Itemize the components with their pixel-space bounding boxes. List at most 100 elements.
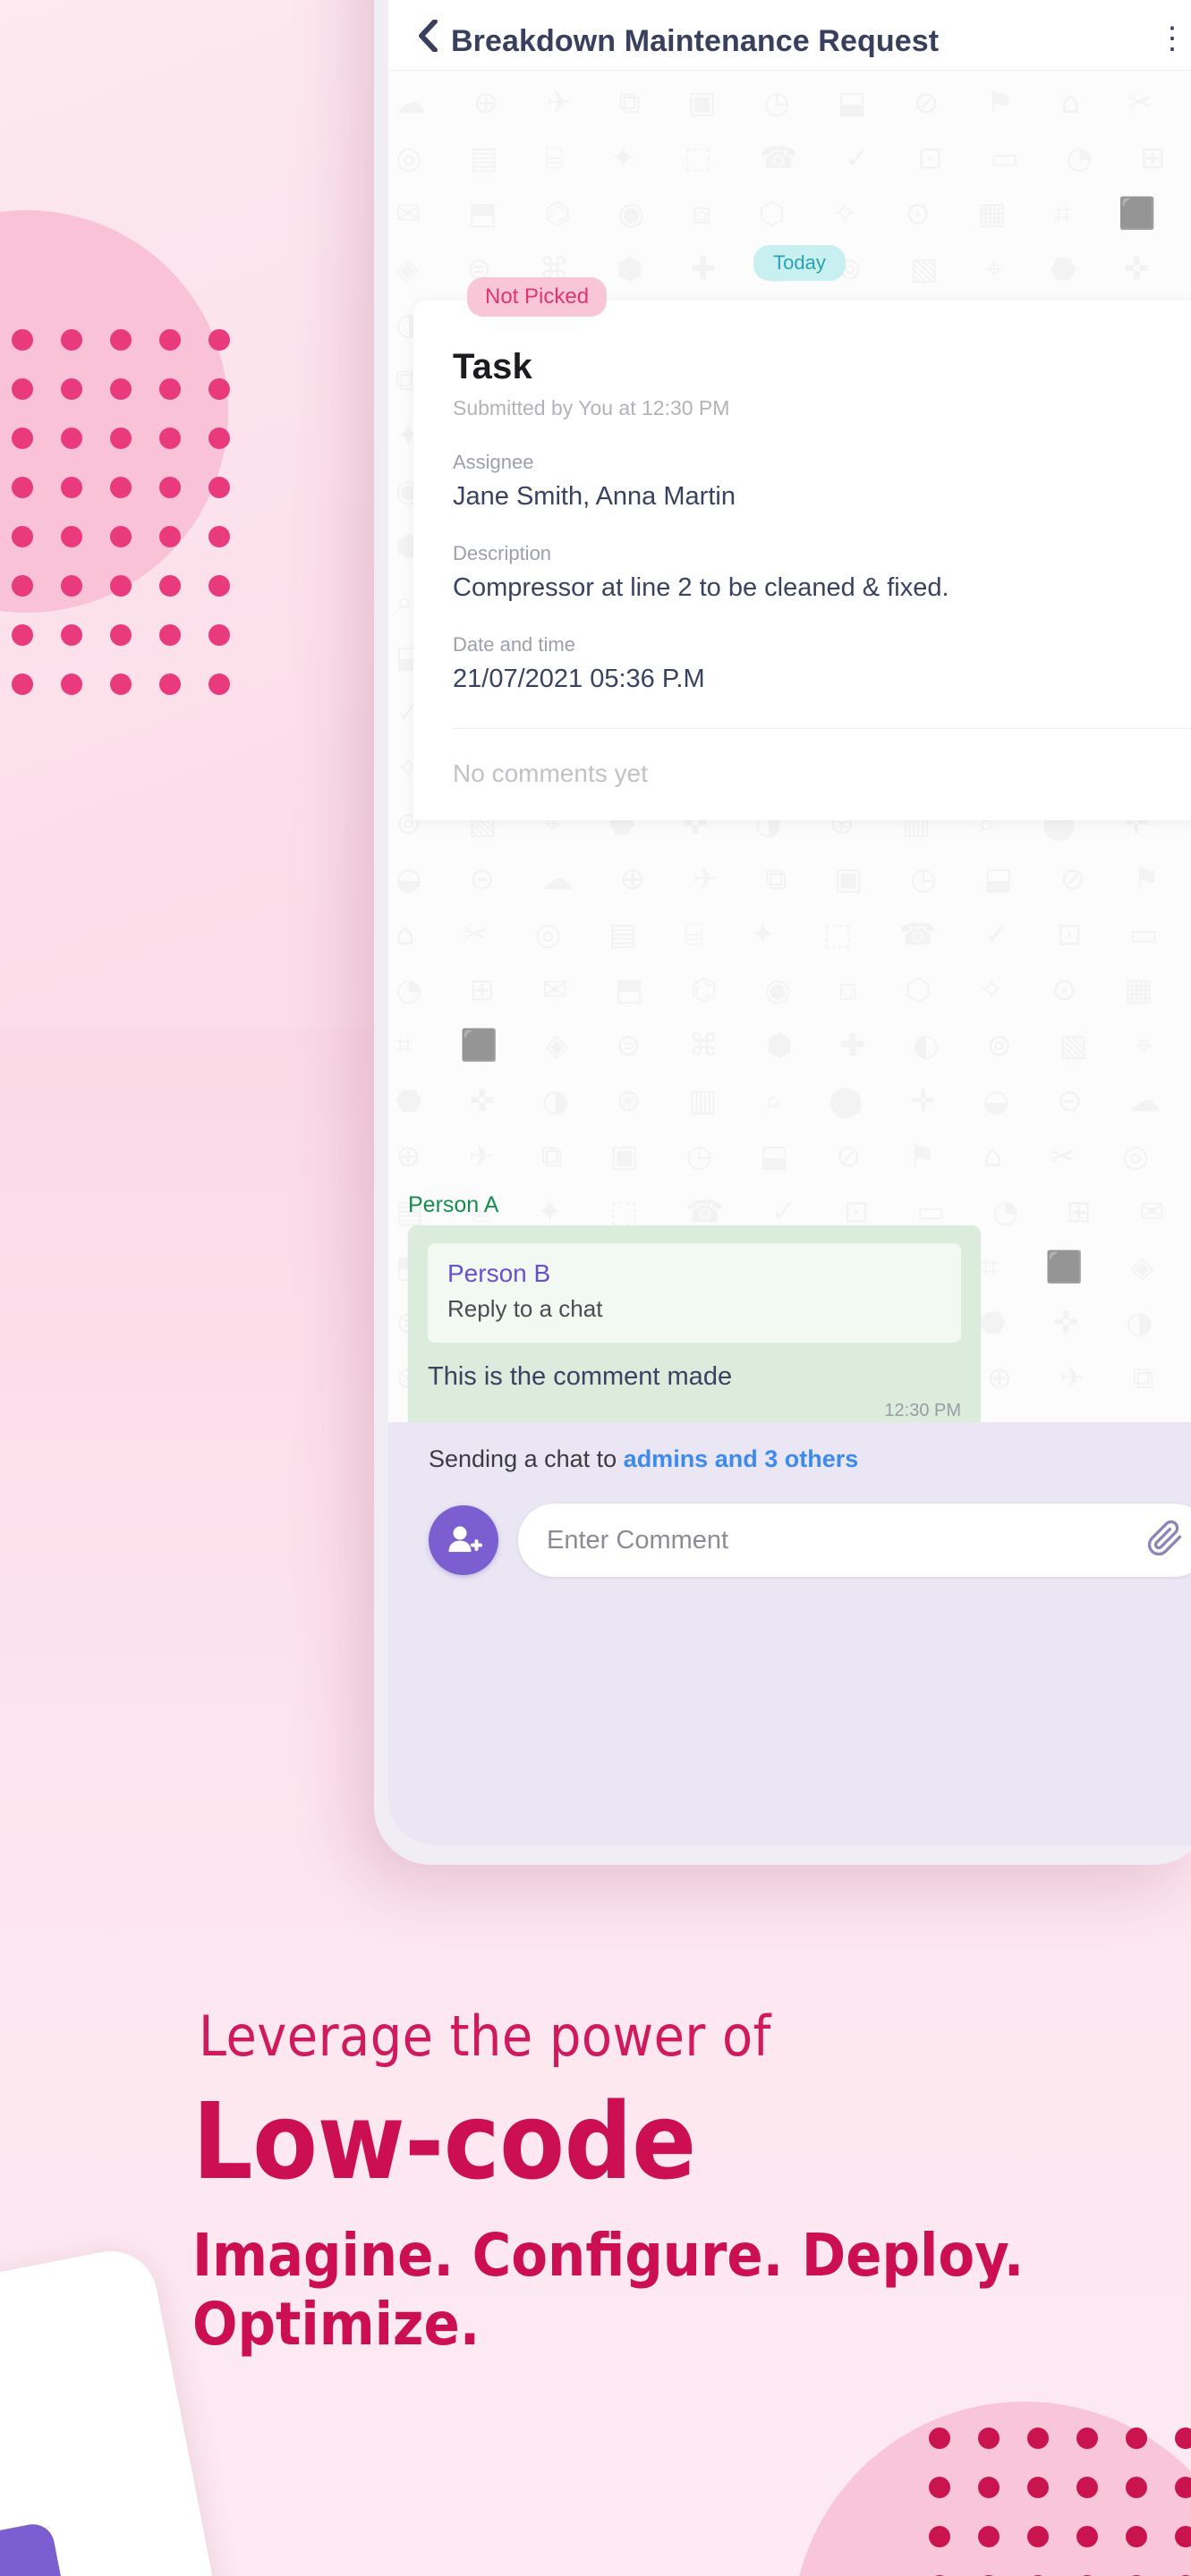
sending-to-label: Sending a chat to admins and 3 others (388, 1445, 1191, 1473)
decorative-dot (60, 574, 82, 597)
decorative-dot (158, 328, 181, 351)
decorative-dot (928, 2427, 950, 2449)
decorative-dot (1174, 2427, 1191, 2449)
decorative-dot (158, 673, 181, 695)
task-card-body: Task Submitted by You at 12:30 PM Assign… (413, 301, 1191, 729)
decorative-dot (109, 673, 132, 695)
decorative-dot (158, 574, 181, 597)
marketing-copy: Leverage the power of Low-code Imagine. … (0, 2004, 1191, 2359)
page-title: Breakdown Maintenance Request (451, 24, 940, 58)
no-comments-text: No comments yet (453, 759, 648, 787)
back-button[interactable] (410, 16, 446, 55)
decorative-dot (977, 2525, 1000, 2547)
message-list: Person A Person B Reply to a chat This i… (388, 1192, 1191, 1422)
add-person-icon (448, 1526, 482, 1552)
decorative-dot (60, 623, 82, 646)
decorative-dot (208, 427, 230, 449)
incoming-message-time: 12:30 PM (884, 1401, 961, 1420)
decorative-dot (109, 525, 132, 547)
marketing-subhead: Imagine. Configure. Deploy. Optimize. (192, 2221, 1025, 2359)
field-label: Date and time (453, 633, 575, 656)
incoming-message-text: This is the comment made (428, 1362, 733, 1391)
decorative-dot (60, 525, 82, 547)
quoted-reply-author: Person B (447, 1259, 551, 1287)
phone-mockup: Breakdown Maintenance Request ⋮ ☁ ⊕ ✈ ⧉ … (374, 0, 1191, 1865)
app-header: Breakdown Maintenance Request ⋮ (388, 0, 1191, 70)
decorative-dot (109, 427, 132, 449)
decorative-dot (1076, 2427, 1098, 2449)
marketing-kicker: Leverage the power of (199, 2004, 771, 2069)
sending-to-prefix: Sending a chat to (429, 1445, 624, 1472)
decorative-dot (109, 476, 132, 498)
decorative-dot (11, 476, 33, 498)
decorative-dot (977, 2427, 1000, 2449)
decorative-dot (1026, 2525, 1049, 2547)
comment-input-wrapper[interactable] (518, 1504, 1191, 1577)
task-field-assignee: Assignee Jane Smith, Anna Martin (453, 451, 1191, 512)
overflow-menu-icon[interactable]: ⋮ (1157, 23, 1187, 54)
decorative-dot-grid-top (0, 315, 243, 708)
decorative-dot (11, 574, 33, 597)
task-field-datetime: Date and time 21/07/2021 05:36 P.M (453, 633, 1191, 694)
decorative-dot (208, 574, 230, 597)
marketing-headline: Low-code (192, 2080, 696, 2203)
decorative-dot (208, 476, 230, 498)
decorative-dot (158, 427, 181, 449)
chevron-left-icon (419, 20, 438, 52)
decorative-dot (1076, 2476, 1098, 2498)
incoming-message-bubble[interactable]: Person B Reply to a chat This is the com… (408, 1225, 981, 1422)
decorative-dot (1076, 2525, 1098, 2547)
add-person-button[interactable] (429, 1505, 498, 1575)
quoted-reply-block[interactable]: Person B Reply to a chat (428, 1243, 961, 1343)
decorative-dot (109, 328, 132, 351)
date-divider-chip: Today (753, 245, 846, 281)
chat-scroll-area[interactable]: ☁ ⊕ ✈ ⧉ ▣ ◷ ⬓ ⊘ ⚑ ⌂ ✂ ◎ ▤ ⌸ ✦ ⬚ ☎ ✓ ⊡ ▭ … (388, 70, 1191, 1422)
decorative-dot (11, 623, 33, 646)
task-field-description: Description Compressor at line 2 to be c… (453, 542, 1191, 603)
decorative-dot (11, 525, 33, 547)
decorative-dot (60, 427, 82, 449)
decorative-dot (1125, 2525, 1147, 2547)
incoming-message-author: Person A (408, 1192, 499, 1217)
decorative-dot (928, 2476, 950, 2498)
status-badge: Not Picked (467, 277, 608, 317)
composer-input-row (388, 1473, 1191, 1577)
decorative-dot (1125, 2427, 1147, 2449)
task-title: Task (453, 347, 533, 386)
decorative-dot (11, 427, 33, 449)
comment-input[interactable] (547, 1525, 1134, 1555)
chat-composer: Sending a chat to admins and 3 others (388, 1422, 1191, 1845)
decorative-dot (1026, 2476, 1049, 2498)
decorative-dot (11, 328, 33, 351)
decorative-dot (1125, 2476, 1147, 2498)
decorative-dot (1174, 2476, 1191, 2498)
decorative-dot (208, 377, 230, 400)
decorative-dot (60, 673, 82, 695)
decorative-dot (208, 328, 230, 351)
field-value: 21/07/2021 05:36 P.M (453, 665, 705, 693)
field-label: Assignee (453, 451, 534, 473)
sending-to-target[interactable]: admins and 3 others (624, 1445, 859, 1472)
decorative-dot (977, 2476, 1000, 2498)
decorative-dot (60, 377, 82, 400)
paperclip-icon[interactable] (1146, 1520, 1184, 1562)
decorative-dot (158, 476, 181, 498)
decorative-dot (1026, 2427, 1049, 2449)
decorative-dot (158, 525, 181, 547)
decorative-dot (208, 525, 230, 547)
date-divider-row: Today (388, 245, 1191, 281)
decorative-dot (208, 623, 230, 646)
decorative-dot (928, 2525, 950, 2547)
decorative-dot (11, 377, 33, 400)
decorative-dot (1174, 2525, 1191, 2547)
task-card[interactable]: Not Picked Task Submitted by You at 12:3… (413, 277, 1191, 820)
decorative-dot (109, 623, 132, 646)
decorative-dot-grid-bottom (915, 2413, 1191, 2576)
task-submitted-meta: Submitted by You at 12:30 PM (453, 396, 730, 419)
decorative-dot (11, 673, 33, 695)
field-label: Description (453, 542, 552, 564)
decorative-dot (60, 328, 82, 351)
phone-screen: Breakdown Maintenance Request ⋮ ☁ ⊕ ✈ ⧉ … (388, 0, 1191, 1845)
decorative-dot (208, 673, 230, 695)
decorative-dot (109, 377, 132, 400)
